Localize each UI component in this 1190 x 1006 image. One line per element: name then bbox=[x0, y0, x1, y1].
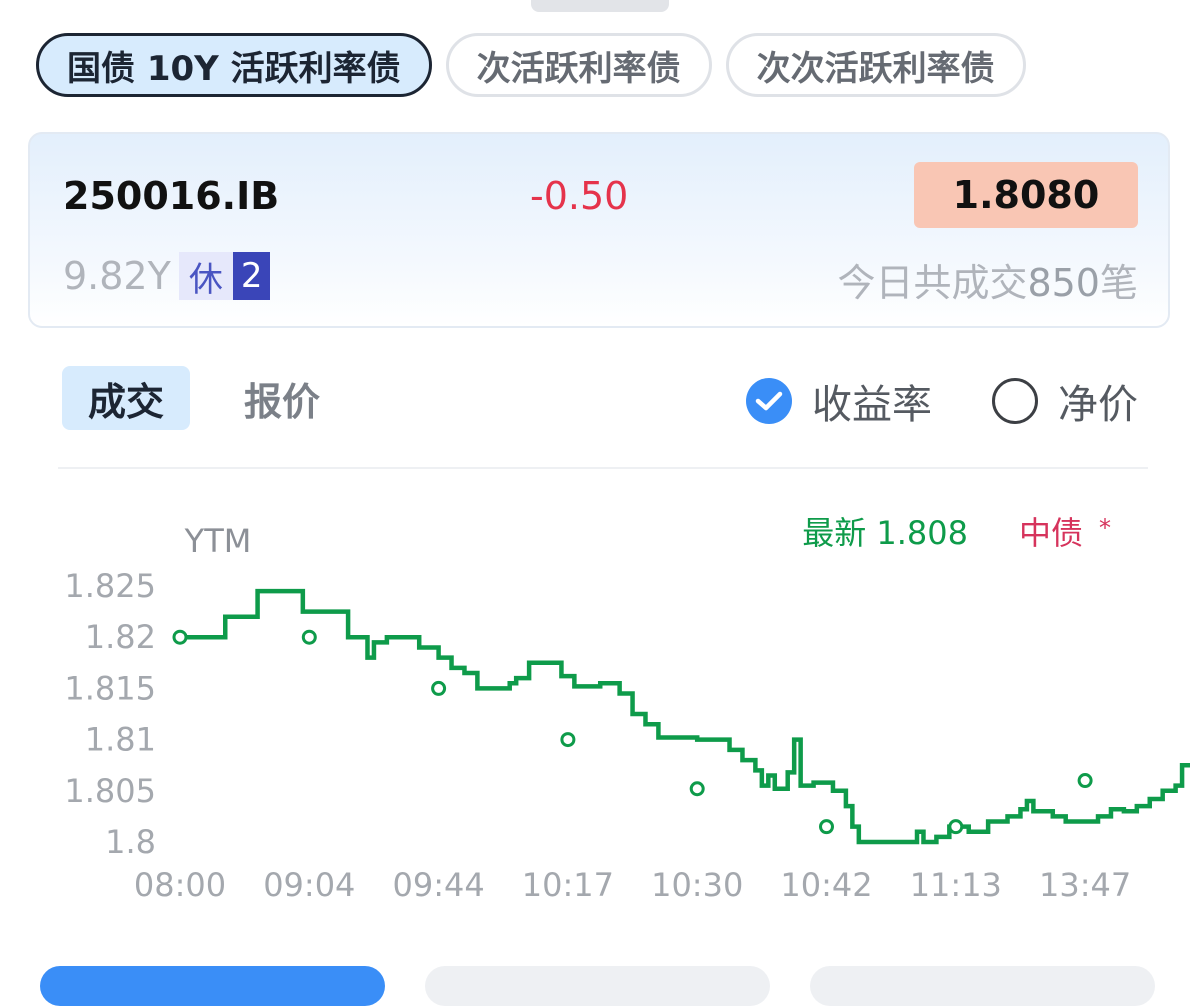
x-tick-label: 10:30 bbox=[651, 866, 743, 904]
divider bbox=[58, 467, 1148, 469]
chart-mode-segment: 成交 报价 bbox=[62, 366, 346, 430]
trade-marker[interactable] bbox=[431, 680, 447, 696]
bottom-button-3-partial[interactable] bbox=[810, 966, 1155, 1006]
bond-quote-card[interactable]: 250016.IB -0.50 1.8080 9.82Y 休 2 今日共成交85… bbox=[28, 132, 1170, 328]
x-tick-label: 10:17 bbox=[522, 866, 614, 904]
bond-tabs: 国债 10Y 活跃利率债 次活跃利率债 次次活跃利率债 bbox=[36, 33, 1026, 97]
segment-quote[interactable]: 报价 bbox=[218, 366, 346, 430]
y-axis-label: YTM bbox=[184, 522, 252, 560]
x-tick-label: 13:47 bbox=[1039, 866, 1131, 904]
deal-count-number: 850 bbox=[1027, 261, 1100, 305]
radio-net-price-label: 净价 bbox=[1058, 382, 1138, 428]
deal-count-prefix: 今日共成交 bbox=[837, 261, 1028, 305]
trade-marker[interactable] bbox=[819, 819, 834, 835]
legend-cdb[interactable]: 中债 bbox=[1019, 514, 1083, 552]
bond-tenor: 9.82Y bbox=[63, 254, 171, 298]
trade-marker[interactable] bbox=[1077, 773, 1093, 789]
radio-yield-label: 收益率 bbox=[812, 382, 932, 428]
x-tick-label: 10:42 bbox=[780, 866, 872, 904]
bottom-button-2-partial[interactable] bbox=[425, 966, 770, 1006]
tab-sub-active[interactable]: 次活跃利率债 bbox=[445, 33, 712, 97]
bond-code: 250016.IB bbox=[63, 174, 280, 218]
deal-count: 今日共成交850笔 bbox=[837, 252, 1138, 307]
deal-count-suffix: 笔 bbox=[1099, 261, 1138, 305]
y-tick-label: 1.815 bbox=[64, 669, 156, 707]
y-tick-label: 1.8 bbox=[105, 823, 156, 861]
x-tick-label: 11:13 bbox=[910, 866, 1002, 904]
bond-tenor-row: 9.82Y 休 2 bbox=[63, 252, 271, 300]
tab-sub-sub-active[interactable]: 次次活跃利率债 bbox=[725, 33, 1026, 97]
y-tick-label: 1.81 bbox=[85, 721, 156, 759]
trade-marker[interactable] bbox=[560, 732, 576, 748]
tab-active-10y[interactable]: 国债 10Y 活跃利率债 bbox=[36, 33, 432, 97]
x-tick-label: 09:04 bbox=[263, 866, 355, 904]
yield-line bbox=[180, 588, 1190, 845]
x-tick-label: 09:44 bbox=[392, 866, 484, 904]
trade-marker[interactable] bbox=[172, 629, 188, 645]
trade-marker[interactable] bbox=[301, 629, 317, 645]
legend-latest: 最新 1.808 bbox=[802, 514, 968, 552]
radio-net-price[interactable]: 净价 bbox=[992, 372, 1138, 430]
legend-cdb-star: * bbox=[1099, 514, 1111, 542]
bond-price-badge: 1.8080 bbox=[914, 162, 1138, 228]
trade-marker[interactable] bbox=[948, 819, 964, 835]
status-badge: 休 bbox=[178, 252, 233, 300]
bond-change: -0.50 bbox=[530, 174, 629, 218]
segment-trade[interactable]: 成交 bbox=[62, 366, 191, 430]
bottom-primary-button-partial[interactable] bbox=[40, 966, 385, 1006]
checkmark-icon bbox=[746, 378, 792, 424]
sheet-grabber[interactable] bbox=[531, 0, 669, 12]
trade-marker[interactable] bbox=[689, 781, 705, 797]
status-count-badge: 2 bbox=[232, 252, 271, 300]
radio-empty-icon bbox=[992, 378, 1038, 424]
radio-yield[interactable]: 收益率 bbox=[746, 372, 932, 430]
x-tick-label: 08:00 bbox=[134, 866, 226, 904]
yield-chart[interactable]: YTM 最新 1.808 中债 * 1.8251.821.8151.811.80… bbox=[0, 470, 1190, 910]
y-tick-label: 1.825 bbox=[64, 567, 156, 605]
y-tick-label: 1.82 bbox=[85, 618, 156, 656]
y-tick-label: 1.805 bbox=[64, 772, 156, 810]
